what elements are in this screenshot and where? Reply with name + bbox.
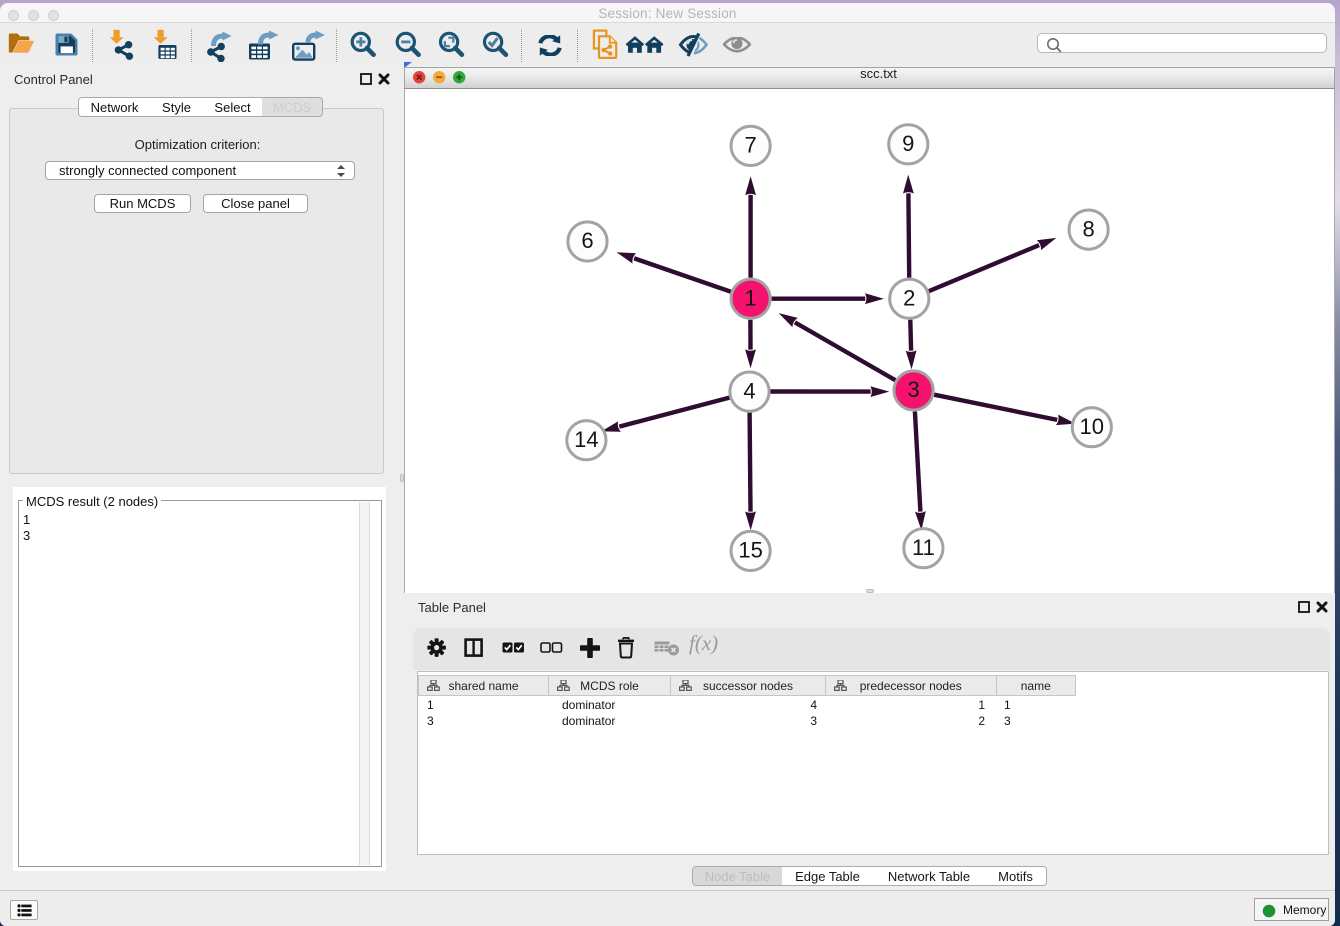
svg-text:6: 6 bbox=[581, 228, 593, 253]
svg-text:9: 9 bbox=[902, 131, 914, 156]
svg-text:1: 1 bbox=[744, 285, 756, 310]
svg-text:8: 8 bbox=[1082, 216, 1094, 241]
svg-text:11: 11 bbox=[912, 535, 935, 560]
svg-text:7: 7 bbox=[744, 133, 756, 158]
svg-text:10: 10 bbox=[1080, 414, 1104, 439]
svg-text:4: 4 bbox=[743, 378, 755, 403]
svg-text:14: 14 bbox=[574, 427, 598, 452]
svg-text:3: 3 bbox=[907, 377, 919, 402]
svg-text:15: 15 bbox=[738, 538, 762, 563]
svg-text:2: 2 bbox=[903, 285, 915, 310]
